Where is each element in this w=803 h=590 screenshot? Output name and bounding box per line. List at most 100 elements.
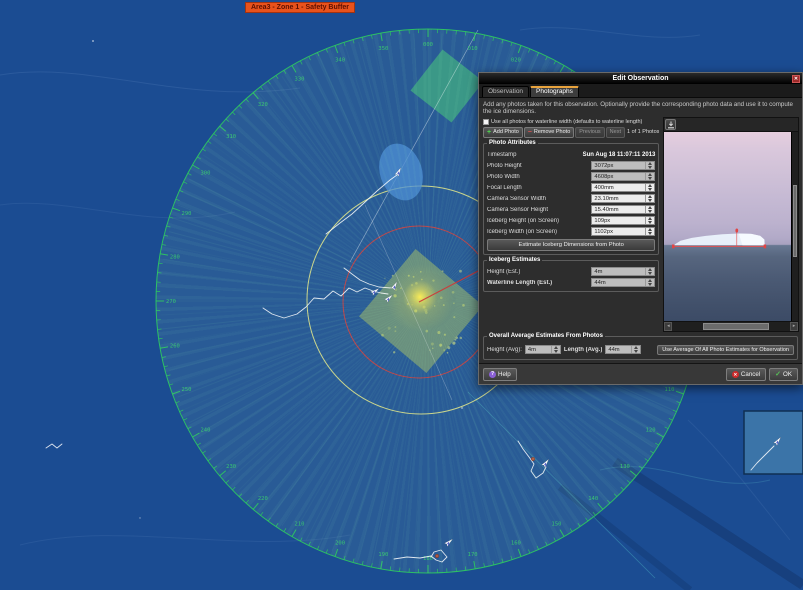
next-photo-button[interactable]: Next (606, 127, 625, 138)
photo-hscrollbar[interactable]: ◂ ▸ (663, 322, 799, 332)
photo-height-field: 3072px (591, 161, 655, 170)
waterline-length-est-field: 44m (591, 278, 655, 287)
svg-text:130: 130 (620, 464, 630, 470)
scroll-left-icon[interactable]: ◂ (664, 322, 672, 331)
iceberg-width-screen-row: Iceberg Width (on Screen) 1102px (487, 226, 655, 237)
svg-text:260: 260 (170, 344, 180, 350)
svg-text:150: 150 (552, 522, 562, 528)
photo-width-field: 4608px (591, 172, 655, 181)
svg-text:160: 160 (511, 541, 521, 547)
vscroll-thumb[interactable] (793, 185, 797, 257)
use-average-button[interactable]: Use Average Of All Photo Estimates for O… (657, 345, 794, 355)
photo-width-row: Photo Width 4608px (487, 171, 655, 182)
photo-nav-row: +Add Photo −Remove Photo Previous Next 1… (483, 126, 659, 138)
spinner-arrows-icon[interactable] (645, 206, 652, 213)
ok-check-icon: ✓ (775, 371, 781, 378)
spinner-arrows-icon (645, 268, 652, 275)
help-icon: ? (489, 371, 496, 378)
measure-handle-top[interactable] (736, 229, 739, 233)
measure-handle-left[interactable] (672, 245, 675, 249)
close-button[interactable]: ✕ (792, 75, 800, 83)
height-avg-label: Height (Avg): (487, 347, 522, 353)
svg-text:300: 300 (200, 171, 210, 177)
sensor-height-row: Camera Sensor Height 15.40mm (487, 204, 655, 215)
measure-handle-right[interactable] (764, 245, 767, 249)
iceberg-width-screen-field[interactable]: 1102px (591, 227, 655, 236)
photo-canvas[interactable] (664, 132, 791, 321)
cancel-icon: ✕ (732, 371, 739, 378)
spinner-arrows-icon[interactable] (645, 217, 652, 224)
dialog-content: Use all photos for waterline width (defa… (479, 116, 802, 334)
photo-height-row: Photo Height 3072px (487, 160, 655, 171)
svg-text:330: 330 (295, 76, 305, 82)
photo-data-column: Use all photos for waterline width (defa… (479, 116, 661, 334)
waterline-length-est-row: Waterline Length (Est.) 44m (487, 277, 655, 288)
minus-icon: − (528, 130, 532, 135)
spinner-arrows-icon (631, 346, 638, 353)
hscroll-track[interactable] (672, 322, 790, 331)
tab-observation[interactable]: Observation (482, 86, 529, 97)
height-avg-field: 4m (525, 345, 561, 354)
svg-text:110: 110 (665, 387, 675, 393)
edit-observation-dialog: Edit Observation ✕ Observation Photograp… (478, 72, 803, 385)
photo-overlay (664, 132, 791, 321)
svg-text:310: 310 (226, 134, 236, 140)
svg-text:250: 250 (182, 387, 192, 393)
use-all-photos-row: Use all photos for waterline width (defa… (483, 117, 659, 126)
use-all-photos-checkbox[interactable] (483, 119, 489, 125)
sensor-width-field[interactable]: 23.10mm (591, 194, 655, 203)
height-est-row: Height (Est.) 4m (487, 266, 655, 277)
cancel-button[interactable]: ✕Cancel (726, 368, 766, 381)
iceberg-height-screen-row: Iceberg Height (on Screen) 109px (487, 215, 655, 226)
svg-text:170: 170 (468, 552, 478, 558)
timestamp-value: Sun Aug 18 11:07:11 2013 (583, 152, 656, 158)
photo-count-label: 1 of 1 Photos (627, 129, 659, 135)
use-all-photos-label: Use all photos for waterline width (defa… (491, 119, 642, 125)
photo-toolbar (663, 117, 799, 131)
svg-text:270: 270 (166, 299, 176, 305)
photo-body (663, 131, 799, 322)
photographs-description: Add any photos taken for this observatio… (479, 98, 802, 116)
svg-text:140: 140 (588, 496, 598, 502)
estimate-dimensions-button[interactable]: Estimate Iceberg Dimensions from Photo (487, 239, 655, 251)
spinner-arrows-icon[interactable] (645, 228, 652, 235)
photo-attributes-group: Photo Attributes Timestamp Sun Aug 18 11… (483, 143, 659, 255)
help-button[interactable]: ?Help (483, 368, 517, 381)
scroll-right-icon[interactable]: ▸ (790, 322, 798, 331)
svg-text:320: 320 (258, 102, 268, 108)
photo-viewer-panel: ◂ ▸ (663, 117, 799, 332)
spinner-arrows-icon (645, 162, 652, 169)
length-avg-field: 44m (605, 345, 641, 354)
dialog-tabbar: Observation Photographs (479, 84, 802, 98)
tab-photographs[interactable]: Photographs (530, 86, 579, 97)
iceberg-estimates-group: Iceberg Estimates Height (Est.) 4m Water… (483, 260, 659, 292)
ok-button[interactable]: ✓OK (769, 368, 798, 381)
length-avg-label: Length (Avg.) (564, 347, 602, 353)
inset-panel[interactable] (744, 411, 803, 474)
svg-text:350: 350 (378, 46, 388, 52)
svg-text:340: 340 (335, 57, 345, 63)
svg-text:240: 240 (200, 428, 210, 434)
previous-photo-button[interactable]: Previous (575, 127, 604, 138)
plus-icon: + (487, 130, 491, 135)
svg-text:020: 020 (511, 57, 521, 63)
spinner-arrows-icon (645, 279, 652, 286)
svg-text:290: 290 (182, 211, 192, 217)
spinner-arrows-icon[interactable] (645, 184, 652, 191)
focal-length-field[interactable]: 400mm (591, 183, 655, 192)
sensor-height-field[interactable]: 15.40mm (591, 205, 655, 214)
spinner-arrows-icon (645, 173, 652, 180)
spinner-arrows-icon[interactable] (645, 195, 652, 202)
iceberg-height-screen-field[interactable]: 109px (591, 216, 655, 225)
svg-text:190: 190 (378, 552, 388, 558)
hscroll-thumb[interactable] (703, 323, 769, 330)
overall-averages-group: Overall Average Estimates From Photos He… (483, 336, 798, 360)
dialog-title: Edit Observation (612, 75, 668, 82)
remove-photo-button[interactable]: −Remove Photo (524, 127, 574, 138)
focal-length-row: Focal Length 400mm (487, 182, 655, 193)
photo-vscrollbar[interactable] (791, 132, 798, 321)
dialog-titlebar[interactable]: Edit Observation ✕ (479, 73, 802, 84)
timestamp-row: Timestamp Sun Aug 18 11:07:11 2013 (487, 149, 655, 160)
add-photo-button[interactable]: +Add Photo (483, 127, 523, 138)
export-photo-button[interactable] (665, 119, 676, 130)
